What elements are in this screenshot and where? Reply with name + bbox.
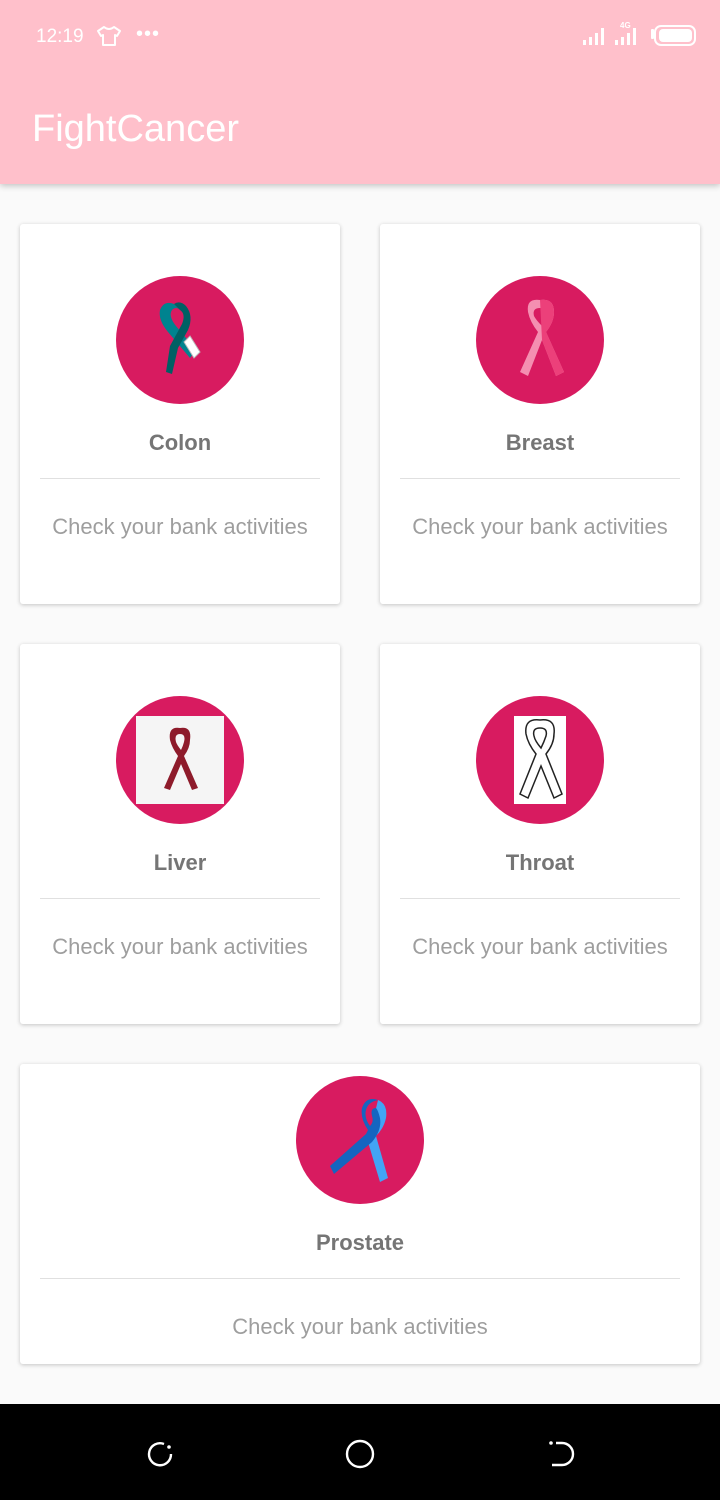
- svg-text:4G: 4G: [620, 21, 631, 30]
- signal-icon: [583, 28, 604, 45]
- card-liver[interactable]: Liver Check your bank activities: [20, 644, 340, 1024]
- card-subtitle: Check your bank activities: [52, 514, 308, 539]
- navigation-bar: [0, 1404, 720, 1500]
- card-subtitle: Check your bank activities: [412, 934, 668, 959]
- divider: [40, 478, 320, 479]
- status-time: 12:19: [36, 26, 84, 47]
- breast-ribbon-icon: [476, 276, 604, 404]
- more-dots-icon: •••: [136, 23, 161, 45]
- divider: [40, 1278, 680, 1279]
- prostate-ribbon-icon: [296, 1076, 424, 1204]
- divider: [40, 898, 320, 899]
- divider: [400, 478, 680, 479]
- card-title: Throat: [505, 850, 575, 875]
- app-bar: 12:19 ••• 4G FightCancer: [0, 0, 720, 184]
- back-icon[interactable]: [544, 1438, 576, 1470]
- card-colon[interactable]: Colon Check your bank activities: [20, 224, 340, 604]
- card-title: Prostate: [315, 1230, 405, 1255]
- colon-ribbon-icon: [116, 276, 244, 404]
- card-breast[interactable]: Breast Check your bank activities: [380, 224, 700, 604]
- card-throat[interactable]: Throat Check your bank activities: [380, 644, 700, 1024]
- card-title: Breast: [505, 430, 575, 455]
- signal-4g-icon: 4G: [615, 21, 636, 45]
- card-title: Liver: [153, 850, 207, 875]
- recent-apps-icon[interactable]: [144, 1438, 176, 1470]
- battery-icon: [651, 25, 696, 46]
- liver-ribbon-icon: [116, 696, 244, 824]
- card-subtitle: Check your bank activities: [232, 1314, 488, 1339]
- card-subtitle: Check your bank activities: [52, 934, 308, 959]
- app-title: FightCancer: [32, 108, 239, 150]
- tshirt-icon: [97, 26, 121, 46]
- divider: [400, 898, 680, 899]
- home-icon[interactable]: [344, 1438, 376, 1470]
- card-subtitle: Check your bank activities: [412, 514, 668, 539]
- card-prostate[interactable]: Prostate Check your bank activities: [20, 1064, 700, 1364]
- card-title: Colon: [148, 430, 212, 455]
- throat-ribbon-icon: [476, 696, 604, 824]
